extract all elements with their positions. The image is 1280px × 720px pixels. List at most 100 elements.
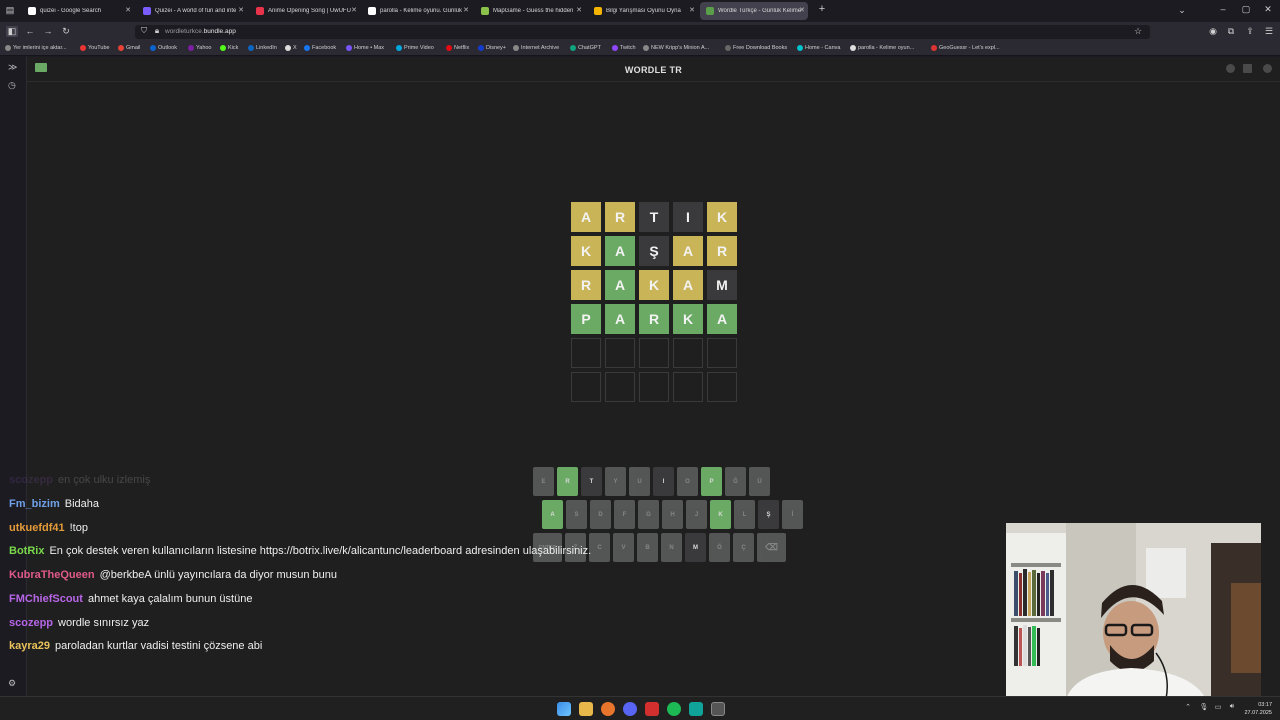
key-p[interactable]: P: [701, 467, 722, 496]
obs-icon[interactable]: [711, 702, 725, 716]
tab-close-icon[interactable]: ✕: [351, 6, 357, 14]
gear-icon[interactable]: [1263, 64, 1272, 73]
browser-tab[interactable]: MapGame - Guess the hidden ✕: [475, 2, 585, 20]
bookmark-item[interactable]: YouTube: [80, 45, 110, 51]
bookmark-item[interactable]: Home - Canva: [797, 45, 840, 51]
key-ğ[interactable]: Ğ: [725, 467, 746, 496]
key-y[interactable]: Y: [605, 467, 626, 496]
key-s[interactable]: S: [566, 500, 587, 529]
tab-close-icon[interactable]: ✕: [799, 6, 805, 14]
bookmark-item[interactable]: Prime Video: [396, 45, 434, 51]
settings-icon[interactable]: ⚙: [8, 678, 16, 689]
mic-icon[interactable]: 🎙︎: [1198, 703, 1210, 711]
bookmark-item[interactable]: ChatGPT: [570, 45, 601, 51]
key-ü[interactable]: Ü: [749, 467, 770, 496]
tray-chevron-icon[interactable]: ⌃: [1182, 703, 1194, 711]
key-c[interactable]: C: [589, 533, 610, 562]
key-i̇[interactable]: İ: [782, 500, 803, 529]
key-d[interactable]: D: [590, 500, 611, 529]
discord-icon[interactable]: [623, 702, 637, 716]
bookmark-item[interactable]: Facebook: [304, 45, 336, 51]
bookmark-item[interactable]: Netflix: [446, 45, 469, 51]
key-r[interactable]: R: [557, 467, 578, 496]
bookmark-item[interactable]: NEW Kripp's Minion A...: [643, 45, 709, 51]
minimize-icon[interactable]: –: [1217, 4, 1229, 14]
history-icon[interactable]: ◷: [8, 80, 16, 91]
key-n[interactable]: N: [661, 533, 682, 562]
key-v[interactable]: V: [613, 533, 634, 562]
expand-sidebar-icon[interactable]: ≫: [8, 62, 17, 73]
bookmark-item[interactable]: GeoGuessr - Let's expl...: [931, 45, 1000, 51]
browser-tab[interactable]: Wordle Türkçe - Günlük Kelime ✕: [700, 2, 808, 20]
chat-username[interactable]: utkuefdf41: [9, 522, 65, 534]
bookmark-item[interactable]: Yahoo: [188, 45, 212, 51]
key-m[interactable]: M: [685, 533, 706, 562]
browser-tab[interactable]: parolla - Kelime oyunu. Günlük ✕: [362, 2, 472, 20]
extensions-icon[interactable]: ⧉: [1225, 26, 1237, 37]
chat-username[interactable]: KubraTheQueen: [9, 569, 95, 581]
chat-username[interactable]: scozepp: [9, 474, 53, 486]
key-b[interactable]: B: [637, 533, 658, 562]
tab-close-icon[interactable]: ✕: [689, 6, 695, 14]
chat-username[interactable]: FMChiefScout: [9, 593, 83, 605]
chat-username[interactable]: BotRix: [9, 545, 44, 557]
bookmark-item[interactable]: Internet Archive: [513, 45, 559, 51]
key-k[interactable]: K: [710, 500, 731, 529]
key-ö[interactable]: Ö: [709, 533, 730, 562]
bookmark-item[interactable]: Yer imlerini içe aktar...: [5, 45, 67, 51]
key-ş[interactable]: Ş: [758, 500, 779, 529]
key-f[interactable]: F: [614, 500, 635, 529]
maximize-icon[interactable]: ▢: [1240, 4, 1252, 15]
volume-icon[interactable]: 🔊︎: [1226, 703, 1238, 711]
key-j[interactable]: J: [686, 500, 707, 529]
chat-username[interactable]: Fm_bizim: [9, 498, 60, 510]
bookmark-item[interactable]: Home • Max: [346, 45, 384, 51]
browser-tab[interactable]: Bilgi Yarışması Oyunu Oyna ✕: [588, 2, 698, 20]
share-icon[interactable]: ⇪: [1244, 26, 1256, 37]
file-explorer-icon[interactable]: [579, 702, 593, 716]
app-teal-icon[interactable]: [689, 702, 703, 716]
new-tab-icon[interactable]: +: [816, 3, 828, 15]
bookmark-item[interactable]: Outlook: [150, 45, 177, 51]
key-h[interactable]: H: [662, 500, 683, 529]
key-backspace[interactable]: ⌫: [757, 533, 786, 562]
key-u[interactable]: U: [629, 467, 650, 496]
menu-icon[interactable]: ☰: [1263, 26, 1275, 37]
bookmark-item[interactable]: Twitch: [612, 45, 636, 51]
bookmark-item[interactable]: parolla - Kelime oyun...: [850, 45, 914, 51]
spotify-icon[interactable]: [667, 702, 681, 716]
bookmark-item[interactable]: Gmail: [118, 45, 140, 51]
key-ç[interactable]: Ç: [733, 533, 754, 562]
forward-icon[interactable]: →: [42, 26, 54, 36]
tab-overview-icon[interactable]: ▤: [4, 5, 16, 16]
browser-tab[interactable]: Anime Opening Song | UwUFU ✕: [250, 2, 360, 20]
url-bar[interactable]: ⛉ 🔒︎ wordleturkce.bundle.app ☆: [135, 25, 1150, 39]
browser-tab[interactable]: Quizei - A world of fun and inte ✕: [137, 2, 247, 20]
chart-icon[interactable]: [1243, 64, 1252, 73]
shield-icon[interactable]: ⛉: [138, 26, 150, 36]
account-icon[interactable]: ◉: [1207, 26, 1219, 37]
key-t[interactable]: T: [581, 467, 602, 496]
bookmark-item[interactable]: Disney+: [478, 45, 506, 51]
key-a[interactable]: A: [542, 500, 563, 529]
bookmark-item[interactable]: X: [285, 45, 297, 51]
tab-close-icon[interactable]: ✕: [463, 6, 469, 14]
bookmark-item[interactable]: Free Download Books: [725, 45, 787, 51]
app-w-icon[interactable]: [645, 702, 659, 716]
close-window-icon[interactable]: ✕: [1262, 4, 1274, 15]
bookmark-star-icon[interactable]: ☆: [1132, 26, 1144, 37]
bookmark-item[interactable]: LinkedIn: [248, 45, 277, 51]
tab-close-icon[interactable]: ✕: [576, 6, 582, 14]
network-icon[interactable]: ▭: [1212, 703, 1224, 711]
sidebar-toggle-icon[interactable]: ◧: [6, 26, 18, 37]
key-g[interactable]: G: [638, 500, 659, 529]
key-o[interactable]: O: [677, 467, 698, 496]
back-icon[interactable]: ←: [24, 26, 36, 36]
key-l[interactable]: L: [734, 500, 755, 529]
tab-close-icon[interactable]: ✕: [238, 6, 244, 14]
chat-username[interactable]: kayra29: [9, 640, 50, 652]
chat-username[interactable]: scozepp: [9, 617, 53, 629]
reload-icon[interactable]: ↻: [60, 26, 72, 37]
help-icon[interactable]: [1226, 64, 1235, 73]
browser-tab[interactable]: quizei - Google Search ✕: [22, 2, 134, 20]
